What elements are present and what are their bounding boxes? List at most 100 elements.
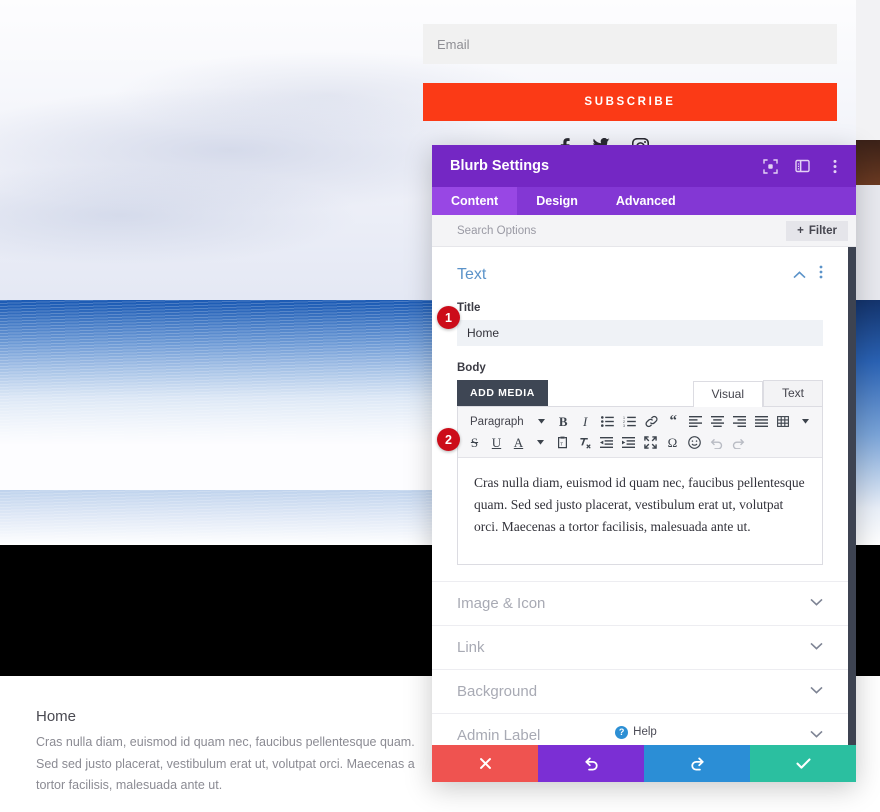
background-right-strip: [856, 0, 880, 812]
text-section-more-options-icon[interactable]: [819, 265, 823, 284]
special-character-button[interactable]: Ω: [662, 433, 683, 453]
text-section: Text Title Home Body ADD MEDIA Visual Te…: [432, 247, 848, 565]
modal-title: Blurb Settings: [450, 158, 550, 174]
underline-button[interactable]: U: [486, 433, 507, 453]
insert-table-caret-icon[interactable]: [795, 412, 816, 432]
strip-segment-photo: [856, 140, 880, 185]
body-field-block: Body ADD MEDIA Visual Text Paragraph B I…: [457, 362, 823, 565]
editor-toolbar-row-2: S U A T Ω: [464, 432, 816, 453]
body-editor-content[interactable]: Cras nulla diam, euismod id quam nec, fa…: [458, 458, 822, 564]
editor-mode-tabs: Visual Text: [692, 380, 823, 407]
chevron-down-icon: [810, 685, 823, 697]
title-field-block: Title: [457, 302, 823, 346]
text-color-caret-icon[interactable]: [530, 433, 551, 453]
italic-button[interactable]: I: [575, 412, 596, 432]
align-center-button[interactable]: [707, 412, 728, 432]
strip-segment-white: [856, 676, 880, 812]
section-image-and-icon-label: Image & Icon: [457, 594, 546, 612]
section-image-and-icon[interactable]: Image & Icon: [432, 580, 848, 625]
modal-scroll-area: Text Title Home Body ADD MEDIA Visual Te…: [432, 247, 848, 745]
paragraph-format-select[interactable]: Paragraph: [464, 412, 530, 432]
paste-as-text-button[interactable]: T: [552, 433, 573, 453]
align-right-button[interactable]: [729, 412, 750, 432]
editor-tab-visual[interactable]: Visual: [692, 381, 763, 407]
body-editor: Paragraph B I 1 2 3 “ S U A T Ω Cras nul…: [457, 406, 823, 565]
tab-design[interactable]: Design: [517, 187, 597, 215]
strip-segment-ocean: [856, 300, 880, 545]
modal-body: Text Title Home Body ADD MEDIA Visual Te…: [432, 247, 856, 745]
section-background[interactable]: Background: [432, 668, 848, 713]
more-options-icon[interactable]: [827, 159, 842, 174]
blockquote-button[interactable]: “: [663, 412, 684, 432]
filter-button[interactable]: + Filter: [786, 220, 848, 241]
title-input[interactable]: [457, 320, 823, 346]
section-link-label: Link: [457, 638, 485, 656]
email-input[interactable]: [423, 24, 837, 64]
editor-toolbar-row-1: Paragraph B I 1 2 3 “: [464, 411, 816, 432]
section-background-label: Background: [457, 682, 538, 700]
annotation-badge-2: 2: [437, 428, 460, 451]
redo-button[interactable]: [644, 745, 750, 782]
modal-header: Blurb Settings: [432, 145, 856, 187]
numbered-list-button[interactable]: 1 2 3: [619, 412, 640, 432]
insert-table-button[interactable]: [773, 412, 794, 432]
subscribe-form: SUBSCRIBE: [423, 24, 837, 121]
fullscreen-button[interactable]: [640, 433, 661, 453]
annotation-badge-1: 1: [437, 306, 460, 329]
modal-vertical-scrollbar[interactable]: [848, 247, 856, 745]
blurb-settings-modal: Blurb Settings Content Design Advanced S…: [432, 145, 856, 782]
help-link[interactable]: ? Help: [432, 719, 840, 745]
outdent-button[interactable]: [596, 433, 617, 453]
question-mark-icon: ?: [615, 725, 629, 739]
emoticon-button[interactable]: [684, 433, 705, 453]
bulleted-list-button[interactable]: [597, 412, 618, 432]
strip-segment-light: [856, 185, 880, 300]
body-field-label: Body: [457, 362, 486, 374]
strikethrough-button[interactable]: S: [464, 433, 485, 453]
chevron-down-icon: [810, 597, 823, 609]
indent-button[interactable]: [618, 433, 639, 453]
help-label: Help: [633, 726, 657, 738]
modal-footer: [432, 745, 856, 782]
clear-formatting-button[interactable]: [574, 433, 595, 453]
redo-button[interactable]: [728, 433, 749, 453]
text-color-button[interactable]: A: [508, 433, 529, 453]
title-field-label: Title: [457, 302, 481, 314]
text-section-controls: [793, 265, 823, 284]
chevron-down-icon: [810, 641, 823, 653]
editor-toolbar: Paragraph B I 1 2 3 “ S U A T Ω: [458, 407, 822, 458]
save-button[interactable]: [750, 745, 856, 782]
tab-advanced[interactable]: Advanced: [597, 187, 695, 215]
screenshot-root: Home Cras nulla diam, euismod id quam ne…: [0, 0, 880, 812]
strip-segment-dark: [856, 545, 880, 676]
modal-tab-bar: Content Design Advanced: [432, 187, 856, 215]
blurb-preview-body: Cras nulla diam, euismod id quam nec, fa…: [36, 735, 415, 792]
svg-text:T: T: [560, 442, 563, 447]
cancel-button[interactable]: [432, 745, 538, 782]
bold-button[interactable]: B: [553, 412, 574, 432]
text-section-title: Text: [457, 265, 487, 283]
text-section-header: Text: [457, 265, 823, 284]
blurb-preview-card: Home Cras nulla diam, euismod id quam ne…: [0, 676, 440, 812]
modal-header-actions: [763, 158, 842, 174]
plus-icon: +: [797, 224, 804, 237]
paragraph-format-caret-icon[interactable]: [531, 412, 552, 432]
fullscreen-icon[interactable]: [763, 158, 778, 174]
add-media-button[interactable]: ADD MEDIA: [457, 380, 548, 406]
editor-top-line: ADD MEDIA Visual Text: [457, 380, 823, 407]
insert-link-button[interactable]: [641, 412, 662, 432]
svg-text:3: 3: [623, 424, 625, 427]
editor-tab-text[interactable]: Text: [762, 380, 823, 406]
align-left-button[interactable]: [685, 412, 706, 432]
section-link[interactable]: Link: [432, 624, 848, 669]
undo-button[interactable]: [706, 433, 727, 453]
tab-content[interactable]: Content: [432, 187, 518, 215]
strip-segment-top: [856, 0, 880, 140]
align-justify-button[interactable]: [751, 412, 772, 432]
panel-layout-icon[interactable]: [795, 159, 810, 174]
search-options-input[interactable]: [457, 224, 787, 237]
chevron-up-icon[interactable]: [793, 266, 806, 284]
search-options-bar: + Filter: [432, 215, 856, 247]
undo-button[interactable]: [538, 745, 644, 782]
subscribe-button[interactable]: SUBSCRIBE: [423, 83, 837, 121]
